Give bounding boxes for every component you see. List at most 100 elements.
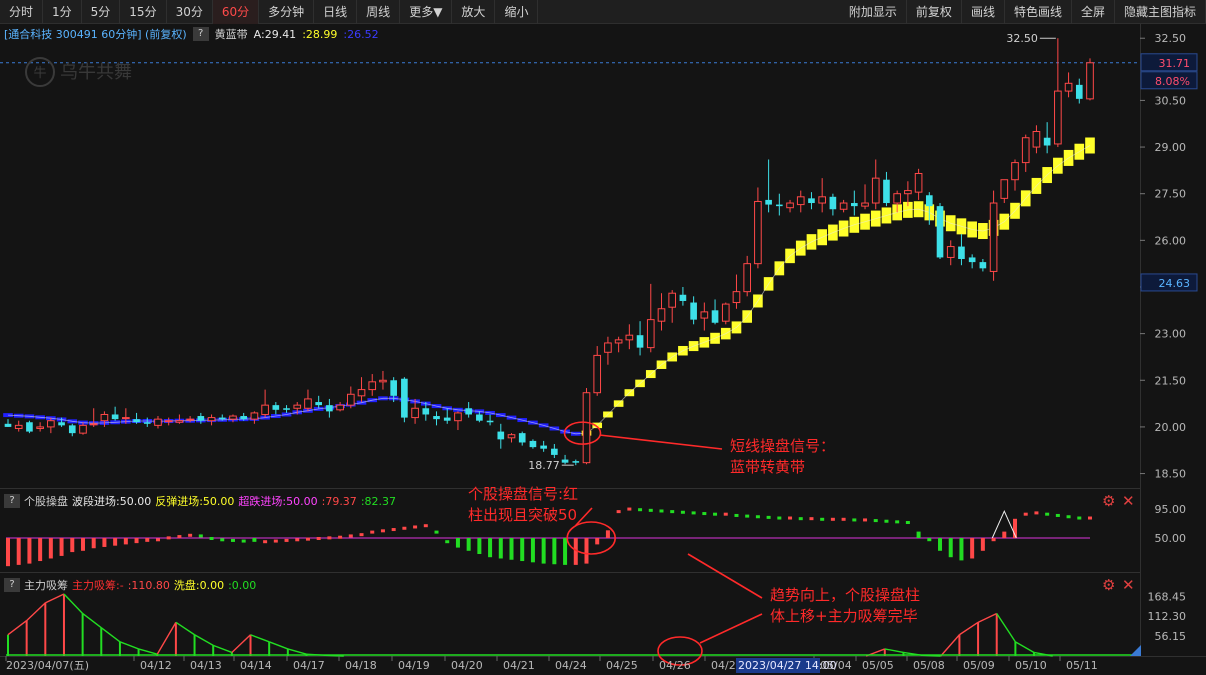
candlestick-chart[interactable]: 32.5030.5029.0027.5026.0024.5023.0021.50… [0,0,1206,675]
candle-body-down [829,196,837,210]
osc-dash [788,516,793,520]
osc-bar [938,538,943,551]
candle-body-up [250,412,259,420]
mainforce-curve [82,612,102,629]
osc-dash [1077,516,1082,520]
candle-body-up [700,311,709,319]
osc-dash [755,515,760,519]
annotation-text: 柱出现且突破50 [468,506,577,524]
osc-dash [241,539,246,543]
osc-bar [70,538,75,553]
osc-bar [252,538,257,542]
osc-bar [16,538,21,565]
candle-body-down [518,433,526,443]
osc-bar [970,538,975,559]
osc-bar [80,538,85,551]
osc-bar [102,538,107,547]
osc-dash [648,508,653,512]
candle-body-up [1064,82,1073,92]
candle-body-up [893,193,901,204]
candle-body-up [368,381,377,391]
price-tick-label: 30.50 [1155,94,1187,107]
candle-body-up [796,196,805,206]
osc-dash [413,525,418,529]
candle-body-down [401,378,408,418]
candle-body-up [861,202,869,207]
price-tick-label: 29.00 [1155,141,1187,154]
candle-body-down [68,425,76,434]
candle-body-down [979,262,987,269]
osc-dash [852,518,857,522]
osc-bar [980,538,985,551]
candle-body-up [625,334,634,341]
price-tick-label: 27.50 [1155,188,1187,201]
candle-body-down [26,422,33,432]
osc-dash [798,517,803,521]
date-label: 04/13 [190,659,222,672]
candle-body-up [871,177,880,204]
candle-body-down [690,302,697,320]
osc-dash [1066,515,1071,519]
mainforce-curve [175,621,195,636]
osc-bar [530,538,535,563]
candle-body-down [476,414,483,421]
candle-body-down [283,408,290,410]
candle-body-up [657,308,666,322]
date-label: 04/21 [503,659,535,672]
candle-body-down [326,405,333,412]
osc-dash [209,537,214,540]
osc-dash [1023,512,1028,516]
osc-dash [284,538,289,542]
osc-dash [230,538,235,542]
osc-bar [520,538,525,562]
date-label: 04/18 [345,659,377,672]
date-label: 05/08 [913,659,945,672]
osc-bar [477,538,482,554]
current-price-label: 31.71 [1159,57,1191,70]
candle-body-up [904,190,912,195]
candle-body-down [883,179,890,204]
mainforce-tick-label: 56.15 [1155,630,1187,643]
osc-dash [905,521,910,524]
osc-bar [563,538,568,565]
date-label: 04/17 [293,659,325,672]
date-label: 04/24 [555,659,587,672]
price-tick-label: 32.50 [1155,32,1187,45]
candle-body-up [582,392,591,464]
high-price-label: 32.50 [1006,32,1038,45]
candle-body-down [133,419,140,423]
candle-body-up [357,389,366,397]
candle-body-down [4,423,12,427]
mainforce-curve [138,648,158,655]
candle-body-up [646,319,655,349]
candle-body-down [679,294,687,301]
osc-bar [916,531,921,538]
date-label: 05/11 [1066,659,1098,672]
osc-bar [595,538,600,545]
band-center-line [7,145,1091,435]
candle-body-down [218,417,226,420]
price-tick-label: 23.00 [1155,328,1187,341]
osc-dash [713,512,718,516]
mainforce-curve [194,634,214,646]
candle-body-down [422,408,430,415]
annotation-text: 趋势向上，个股操盘柱 [770,586,920,604]
osc-dash [434,530,439,534]
osc-bar [145,538,150,542]
mainforce-curve [268,641,289,650]
candle-body-up [164,420,173,423]
candle-body-up [668,292,677,308]
mainforce-curve [940,634,960,657]
candle-body-down [776,204,783,207]
candle-body-up [122,417,130,420]
candle-body-down [572,461,580,463]
mainforce-curve [7,620,28,636]
candle-body-up [1054,90,1062,145]
candle-body-down [197,416,205,421]
osc-bar [27,538,32,564]
candle-body-up [293,404,302,409]
candle-body-down [465,408,472,415]
date-label: 04/26 [659,659,691,672]
osc-dash [423,524,428,528]
osc-dash [380,529,385,533]
